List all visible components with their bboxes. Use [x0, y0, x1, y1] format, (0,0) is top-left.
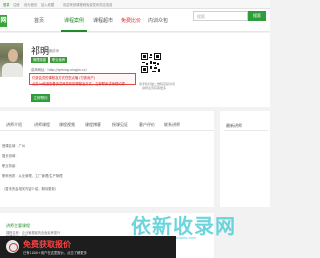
quote-icon: [6, 240, 19, 253]
lecturer-grade: 普通讲师: [45, 49, 59, 53]
search-button[interactable]: 搜索: [248, 11, 266, 21]
tab-reviews[interactable]: 客户评价: [139, 122, 155, 128]
tab-courses[interactable]: 讲师课程: [34, 122, 50, 128]
profile-card: 祁明 普通讲师 管理技能 职业素养 讲师网址：http://qiming.xin…: [0, 33, 270, 107]
tab-blog[interactable]: 课程博客: [85, 122, 101, 128]
empty-placeholder: （暂未完善相关内容介绍，期待更新）: [2, 187, 59, 191]
top-bar: 登录 注册 设为首页 加入收藏 欢迎来到课程网免费发布供应信息: [0, 0, 270, 9]
notice-line-2: 点击Le频道查看该讲师发布的课程及方式，立即联系讲师预约课: [32, 81, 125, 86]
nav-free-quote[interactable]: 免费比价: [121, 17, 141, 24]
latest-lecturers-title: 最新讲师: [226, 123, 242, 128]
info-qualification: 职称资质：从业管理、工厂管理/生产管理: [2, 174, 63, 178]
lecturer-homepage[interactable]: 讲师网址：http://qiming.xingjin.cc/: [31, 67, 87, 72]
avatar-shirt: [2, 63, 23, 77]
search-input[interactable]: 搜索: [193, 11, 248, 21]
set-homepage-link[interactable]: 设为首页: [24, 2, 37, 7]
main-header: 网 首页 课程案例 课程超市 免费比价 内训众包 搜索 搜索: [0, 9, 270, 32]
register-link[interactable]: 注册: [13, 2, 20, 7]
promo-subtitle: 已有1000+用户在这里报价，点击了解更多: [23, 251, 87, 255]
add-favorite-link[interactable]: 加入收藏: [41, 2, 54, 7]
nav-crowdsource[interactable]: 内训众包: [148, 17, 168, 24]
free-quote-banner[interactable]: 免费获取报价 已有1000+用户在这里报价，点击了解更多: [0, 236, 176, 258]
main-courses-title: 讲师主要课程: [6, 223, 30, 228]
paid-notice-box[interactable]: 付费会员的课程及方式任您点播 (付费用户) 点击Le频道查看该讲师发布的课程及方…: [29, 73, 136, 86]
latest-lecturers-panel: 最新讲师: [220, 111, 270, 207]
tag-management-skills[interactable]: 管理技能: [31, 57, 49, 63]
login-link[interactable]: 登录: [3, 2, 10, 7]
tab-videos[interactable]: 课程视频: [59, 122, 75, 128]
promo-title: 免费获取报价: [23, 240, 71, 249]
detail-tabs: 讲师介绍 讲师课程 课程视频 课程博客 授课见证 客户评价 联系讲师: [0, 120, 214, 131]
avatar: [0, 43, 23, 77]
info-background: 职业背景：: [2, 164, 19, 168]
tab-contact[interactable]: 联系讲师: [164, 122, 180, 128]
info-region: 授课区域：广州: [2, 144, 26, 148]
tab-testimonials[interactable]: 授课见证: [112, 122, 128, 128]
nav-course-cases[interactable]: 课程案例: [64, 17, 84, 24]
active-nav-indicator: [61, 30, 87, 32]
site-logo[interactable]: 网: [0, 15, 7, 27]
tag-professionalism[interactable]: 职业素养: [50, 57, 68, 63]
nav-course-market[interactable]: 课程超市: [93, 17, 113, 24]
info-expertise: 擅长领域：: [2, 154, 19, 158]
qr-caption-line-2: 讲师主页获取更多: [142, 86, 167, 90]
qr-code-icon: [140, 52, 162, 74]
avatar-face: [8, 49, 18, 62]
notice-line-1: 付费会员的课程及方式任您点播 (付费用户): [32, 76, 95, 80]
lecturer-detail-card: 讲师介绍 讲师课程 课程视频 课程博客 授课见证 客户评价 联系讲师 授课区域：…: [0, 111, 214, 207]
welcome-text: 欢迎来到课程网免费发布供应信息: [63, 3, 113, 7]
nav-home[interactable]: 首页: [34, 17, 44, 24]
book-now-button[interactable]: 立即预约: [31, 94, 50, 102]
divider: [224, 130, 268, 131]
tab-intro[interactable]: 讲师介绍: [6, 122, 22, 128]
watermark-text: 依新收录网: [131, 214, 236, 238]
